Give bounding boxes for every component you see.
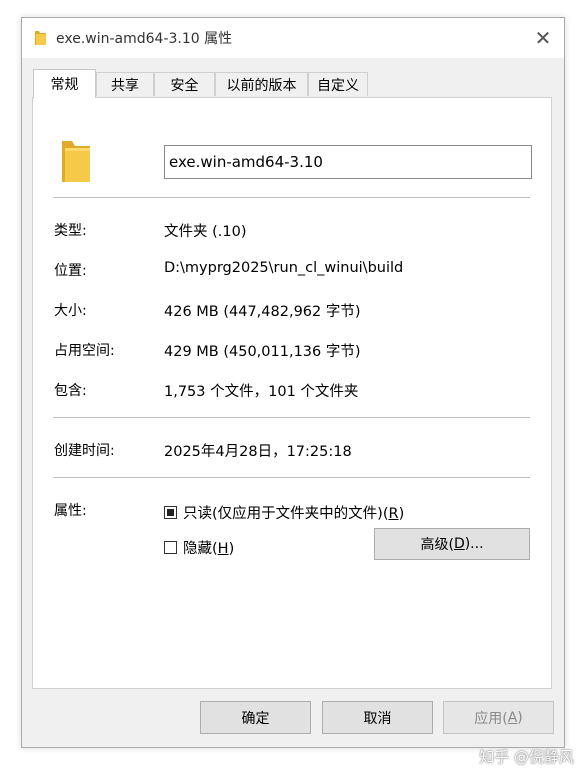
contains-label: 包含: [54, 383, 87, 399]
advanced-button[interactable]: 高级(D)... [374, 528, 530, 560]
ok-button[interactable]: 确定 [200, 701, 311, 734]
type-value: 文件夹 (.10) [164, 224, 247, 240]
hidden-label: 隐藏(H) [183, 541, 235, 557]
folder-icon [62, 141, 90, 182]
general-panel: 类型: 文件夹 (.10) 位置: D:\myprg2025\run_cl_wi… [32, 97, 552, 689]
location-value: D:\myprg2025\run_cl_winui\build [164, 260, 404, 276]
tab-sharing[interactable]: 共享 [96, 72, 154, 96]
readonly-checkbox-box[interactable] [164, 506, 177, 519]
tab-previous-versions[interactable]: 以前的版本 [215, 72, 308, 96]
close-button[interactable]: ✕ [522, 18, 564, 58]
size-on-disk-label: 占用空间: [54, 343, 115, 359]
attributes-label: 属性: [54, 503, 87, 519]
divider [53, 417, 530, 418]
window-title: exe.win-amd64-3.10 属性 [56, 31, 233, 47]
created-value: 2025年4月28日，17:25:18 [164, 444, 352, 460]
apply-button[interactable]: 应用(A) [443, 701, 554, 734]
close-icon: ✕ [534, 26, 552, 50]
readonly-label: 只读(仅应用于文件夹中的文件)(R) [183, 506, 405, 522]
tab-customize[interactable]: 自定义 [308, 72, 368, 96]
watermark: 知乎 @倪静风 [479, 748, 574, 766]
title-bar[interactable]: exe.win-amd64-3.10 属性 ✕ [22, 18, 564, 58]
contains-value: 1,753 个文件，101 个文件夹 [164, 384, 359, 400]
readonly-checkbox[interactable]: 只读(仅应用于文件夹中的文件)(R) [164, 502, 404, 523]
tab-security[interactable]: 安全 [154, 72, 215, 96]
tab-general[interactable]: 常规 [33, 69, 96, 98]
created-label: 创建时间: [54, 443, 115, 459]
properties-window: exe.win-amd64-3.10 属性 ✕ 常规 共享 安全 以前的版本 自… [21, 17, 565, 748]
size-on-disk-value: 429 MB (450,011,136 字节) [164, 344, 361, 360]
location-label: 位置: [54, 263, 87, 279]
hidden-checkbox[interactable]: 隐藏(H) [164, 537, 234, 558]
type-label: 类型: [54, 223, 87, 239]
divider [53, 197, 530, 198]
folder-name-input[interactable] [164, 145, 532, 179]
folder-icon [35, 31, 46, 45]
hidden-checkbox-box[interactable] [164, 541, 177, 554]
size-label: 大小: [54, 303, 87, 319]
size-value: 426 MB (447,482,962 字节) [164, 304, 361, 320]
divider [53, 477, 530, 478]
cancel-button[interactable]: 取消 [322, 701, 433, 734]
